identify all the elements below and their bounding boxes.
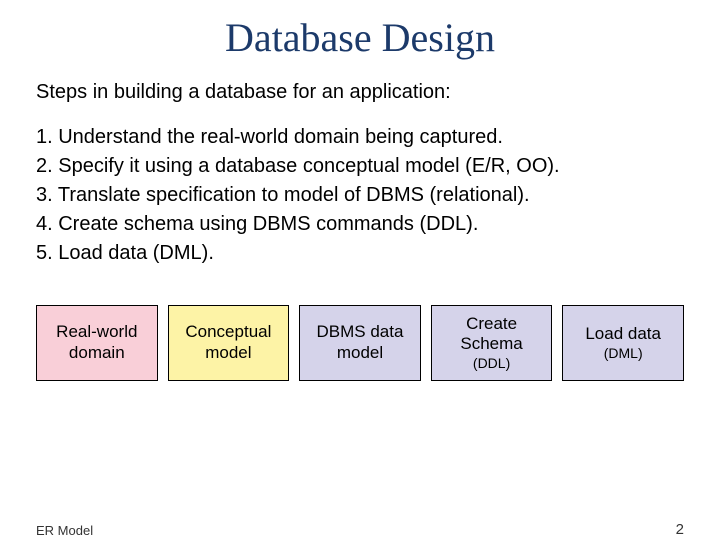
- box-load-data: Load data (DML): [562, 305, 684, 381]
- box-create-schema: Create Schema (DDL): [431, 305, 553, 381]
- box-sub: (DML): [565, 345, 681, 362]
- slide-subtitle: Steps in building a database for an appl…: [36, 81, 684, 104]
- footer-left: ER Model: [36, 523, 93, 538]
- step-item: 3. Translate specification to model of D…: [36, 182, 684, 209]
- step-item: 4. Create schema using DBMS commands (DD…: [36, 211, 684, 238]
- slide-title: Database Design: [0, 14, 720, 61]
- box-label: model: [302, 343, 418, 363]
- box-label: Schema: [434, 334, 550, 354]
- box-dbms-data: DBMS data model: [299, 305, 421, 381]
- box-real-world: Real-world domain: [36, 305, 158, 381]
- box-conceptual: Conceptual model: [168, 305, 290, 381]
- step-item: 5. Load data (DML).: [36, 240, 684, 267]
- box-label: domain: [39, 343, 155, 363]
- box-label: model: [171, 343, 287, 363]
- page-number: 2: [676, 521, 684, 538]
- box-sub: (DDL): [434, 355, 550, 372]
- flow-boxes: Real-world domain Conceptual model DBMS …: [36, 305, 684, 381]
- box-label: Real-world: [39, 322, 155, 342]
- step-item: 1. Understand the real-world domain bein…: [36, 124, 684, 151]
- steps-list: 1. Understand the real-world domain bein…: [36, 124, 684, 267]
- box-label: Conceptual: [171, 322, 287, 342]
- box-label: Load data: [565, 324, 681, 344]
- box-label: Create: [434, 314, 550, 334]
- step-item: 2. Specify it using a database conceptua…: [36, 153, 684, 180]
- box-label: DBMS data: [302, 322, 418, 342]
